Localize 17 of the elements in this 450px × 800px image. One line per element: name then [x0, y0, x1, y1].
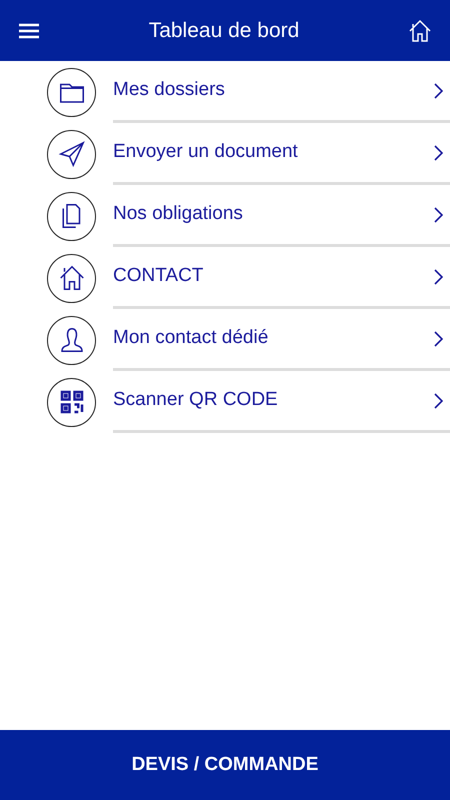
menu-icon[interactable] [18, 22, 40, 38]
home-icon[interactable] [408, 18, 432, 42]
menu-item[interactable]: Scanner QR CODE [113, 371, 450, 433]
chevron-icon [434, 206, 444, 222]
quote-order-button[interactable]: DEVIS / COMMANDE [0, 730, 450, 800]
chevron-icon [434, 82, 444, 98]
screen-title: Tableau de bord [148, 18, 300, 44]
paper-plane-icon [56, 139, 86, 169]
chevron-icon [434, 268, 444, 284]
menu-item[interactable]: Nos obligations [113, 185, 450, 247]
chevron-icon [434, 144, 444, 160]
menu-item[interactable]: Mes dossiers [113, 61, 450, 123]
chevron-icon [434, 330, 444, 346]
chevron-icon [434, 392, 444, 408]
menu-item[interactable]: Envoyer un document [113, 123, 450, 185]
menu-item[interactable]: CONTACT [113, 247, 450, 309]
menu-item[interactable]: Mon contact dédié [113, 309, 450, 371]
